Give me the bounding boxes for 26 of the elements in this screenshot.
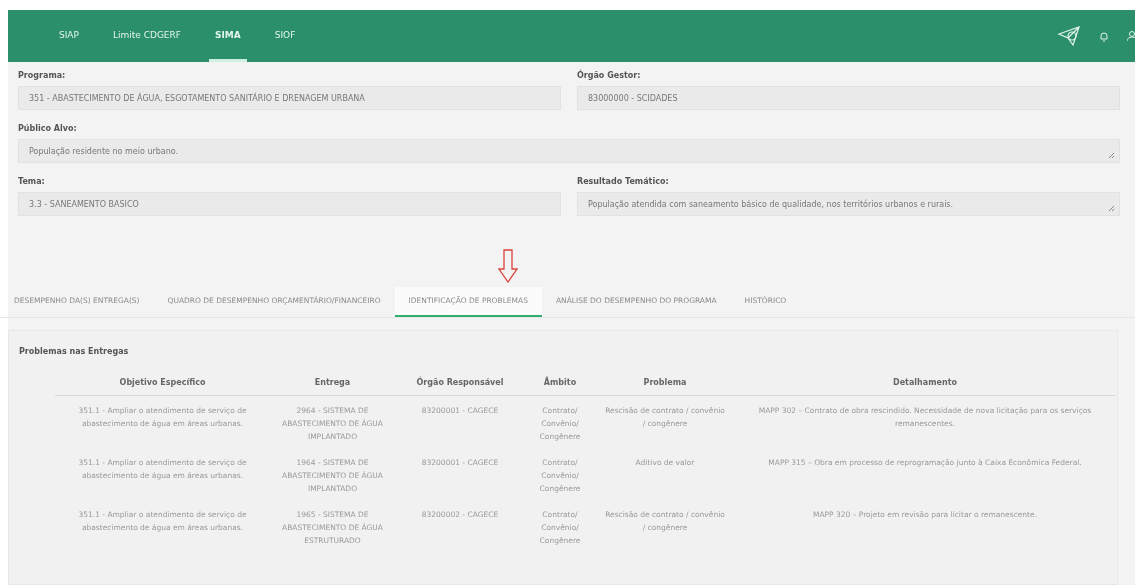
text-area[interactable]: População residente no meio urbano. [18, 139, 1120, 163]
field-label: Órgão Gestor: [577, 71, 642, 80]
down-arrow-icon [498, 249, 518, 283]
column-header: Órgão Responsável [395, 378, 525, 396]
field-label: Resultado Temático: [577, 177, 670, 186]
text-area[interactable]: População atendida com saneamento básico de qualidade, nos territórios urbanos e rurais. [577, 192, 1120, 216]
nav-link[interactable]: SIOF [268, 10, 302, 62]
column-header: Entrega [270, 378, 395, 396]
field-label: Público Alvo: [18, 124, 78, 133]
input-field[interactable]: 83000000 - SCIDADES [577, 86, 1120, 110]
nav-link[interactable]: SIAP [53, 10, 85, 62]
input-field[interactable]: 3.3 - SANEAMENTO BASICO [18, 192, 561, 216]
panel-title: Problemas nas Entregas [19, 347, 129, 356]
nav-link[interactable]: Limite CDGERF [106, 10, 187, 62]
column-header: Objetivo Específico [55, 378, 270, 396]
resize-grip-icon[interactable] [1108, 205, 1115, 212]
input-field[interactable]: 351 - ABASTECIMENTO DE ÁGUA, ESGOTAMENTO SANITÁRIO E DRENAGEM URBANA [18, 86, 561, 110]
field-label: Tema: [18, 177, 46, 186]
bell-icon[interactable] [1099, 30, 1109, 42]
column-header: Detalhamento [735, 378, 1115, 396]
resize-grip-icon[interactable] [1108, 152, 1115, 159]
column-header: Problema [595, 378, 735, 396]
field-label: Programa: [18, 71, 67, 80]
paper-plane-icon[interactable] [1057, 25, 1081, 47]
user-icon[interactable] [1127, 30, 1135, 42]
column-header: Âmbito [525, 378, 595, 396]
